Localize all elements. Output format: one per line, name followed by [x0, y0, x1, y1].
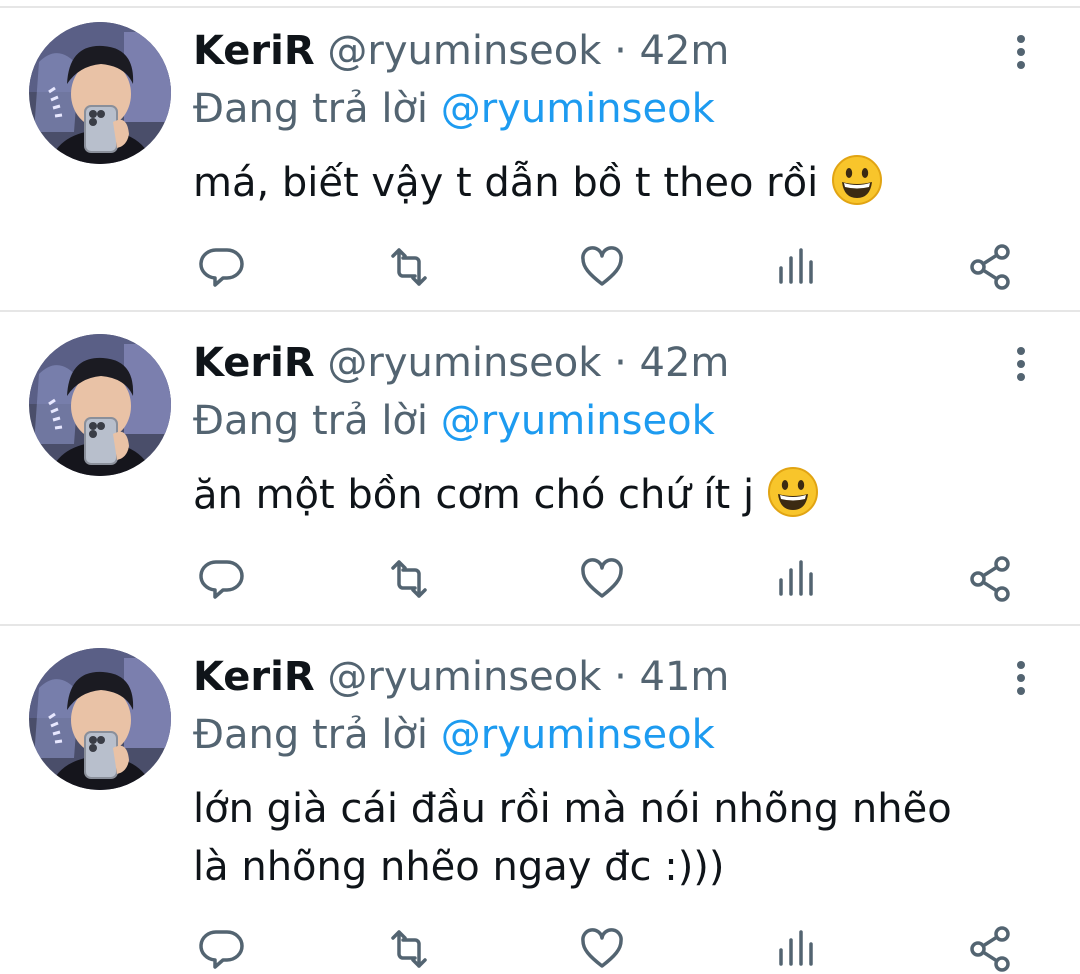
- retweet-icon[interactable]: [384, 924, 434, 974]
- grinning-face-emoji-icon: [767, 466, 819, 518]
- timestamp[interactable]: 41m: [640, 654, 730, 700]
- separator-dot: ·: [614, 340, 627, 386]
- user-handle[interactable]: @ryuminseok: [327, 654, 601, 700]
- tweet-header: KeriR @ryuminseok · 41m: [193, 652, 729, 702]
- tweet-actions: [0, 242, 1080, 292]
- share-icon[interactable]: [966, 554, 1016, 604]
- display-name[interactable]: KeriR: [193, 654, 315, 700]
- reply-mention[interactable]: @ryuminseok: [441, 712, 715, 758]
- timestamp[interactable]: 42m: [640, 340, 730, 386]
- avatar[interactable]: [29, 648, 171, 790]
- tweet-text: lớn già cái đầu rồi mà nói nhõng nhẽo là…: [193, 780, 1053, 896]
- tweet-text-body: má, biết vậy t dẫn bồ t theo rồi: [193, 160, 819, 206]
- reply-icon[interactable]: [197, 554, 247, 604]
- reply-icon[interactable]: [197, 242, 247, 292]
- analytics-icon[interactable]: [771, 242, 821, 292]
- reply-mention[interactable]: @ryuminseok: [441, 398, 715, 444]
- share-icon[interactable]: [966, 242, 1016, 292]
- tweet-actions: [0, 924, 1080, 974]
- tweet[interactable]: KeriR @ryuminseok · 41m Đang trả lời @ry…: [0, 628, 1080, 968]
- more-vertical-icon[interactable]: [1006, 658, 1036, 698]
- analytics-icon[interactable]: [771, 924, 821, 974]
- reply-context: Đang trả lời @ryuminseok: [193, 396, 715, 446]
- reply-icon[interactable]: [197, 924, 247, 974]
- separator-dot: ·: [614, 654, 627, 700]
- heart-icon[interactable]: [577, 242, 627, 292]
- reply-prefix: Đang trả lời: [193, 86, 429, 132]
- grinning-face-emoji-icon: [831, 154, 883, 206]
- reply-context: Đang trả lời @ryuminseok: [193, 84, 715, 134]
- reply-prefix: Đang trả lời: [193, 398, 429, 444]
- retweet-icon[interactable]: [384, 242, 434, 292]
- tweet-header: KeriR @ryuminseok · 42m: [193, 26, 729, 76]
- heart-icon[interactable]: [577, 554, 627, 604]
- tweet-text-body: ăn một bồn cơm chó chứ ít j: [193, 472, 755, 518]
- top-divider: [0, 0, 1080, 8]
- heart-icon[interactable]: [577, 924, 627, 974]
- more-vertical-icon[interactable]: [1006, 344, 1036, 384]
- tweet-header: KeriR @ryuminseok · 42m: [193, 338, 729, 388]
- user-handle[interactable]: @ryuminseok: [327, 28, 601, 74]
- avatar[interactable]: [29, 334, 171, 476]
- user-handle[interactable]: @ryuminseok: [327, 340, 601, 386]
- more-vertical-icon[interactable]: [1006, 32, 1036, 72]
- reply-mention[interactable]: @ryuminseok: [441, 86, 715, 132]
- separator-dot: ·: [614, 28, 627, 74]
- retweet-icon[interactable]: [384, 554, 434, 604]
- tweet-text: ăn một bồn cơm chó chứ ít j: [193, 466, 1053, 524]
- tweet-text-line: lớn già cái đầu rồi mà nói nhõng nhẽo: [193, 786, 952, 832]
- reply-context: Đang trả lời @ryuminseok: [193, 710, 715, 760]
- timestamp[interactable]: 42m: [640, 28, 730, 74]
- analytics-icon[interactable]: [771, 554, 821, 604]
- tweet[interactable]: KeriR @ryuminseok · 42m Đang trả lời @ry…: [0, 314, 1080, 626]
- tweet[interactable]: KeriR @ryuminseok · 42m Đang trả lời @ry…: [0, 8, 1080, 312]
- reply-prefix: Đang trả lời: [193, 712, 429, 758]
- share-icon[interactable]: [966, 924, 1016, 974]
- tweet-actions: [0, 554, 1080, 604]
- display-name[interactable]: KeriR: [193, 28, 315, 74]
- tweet-text: má, biết vậy t dẫn bồ t theo rồi: [193, 154, 1053, 212]
- tweet-text-line: là nhõng nhẽo ngay đc :))): [193, 844, 725, 890]
- display-name[interactable]: KeriR: [193, 340, 315, 386]
- avatar[interactable]: [29, 22, 171, 164]
